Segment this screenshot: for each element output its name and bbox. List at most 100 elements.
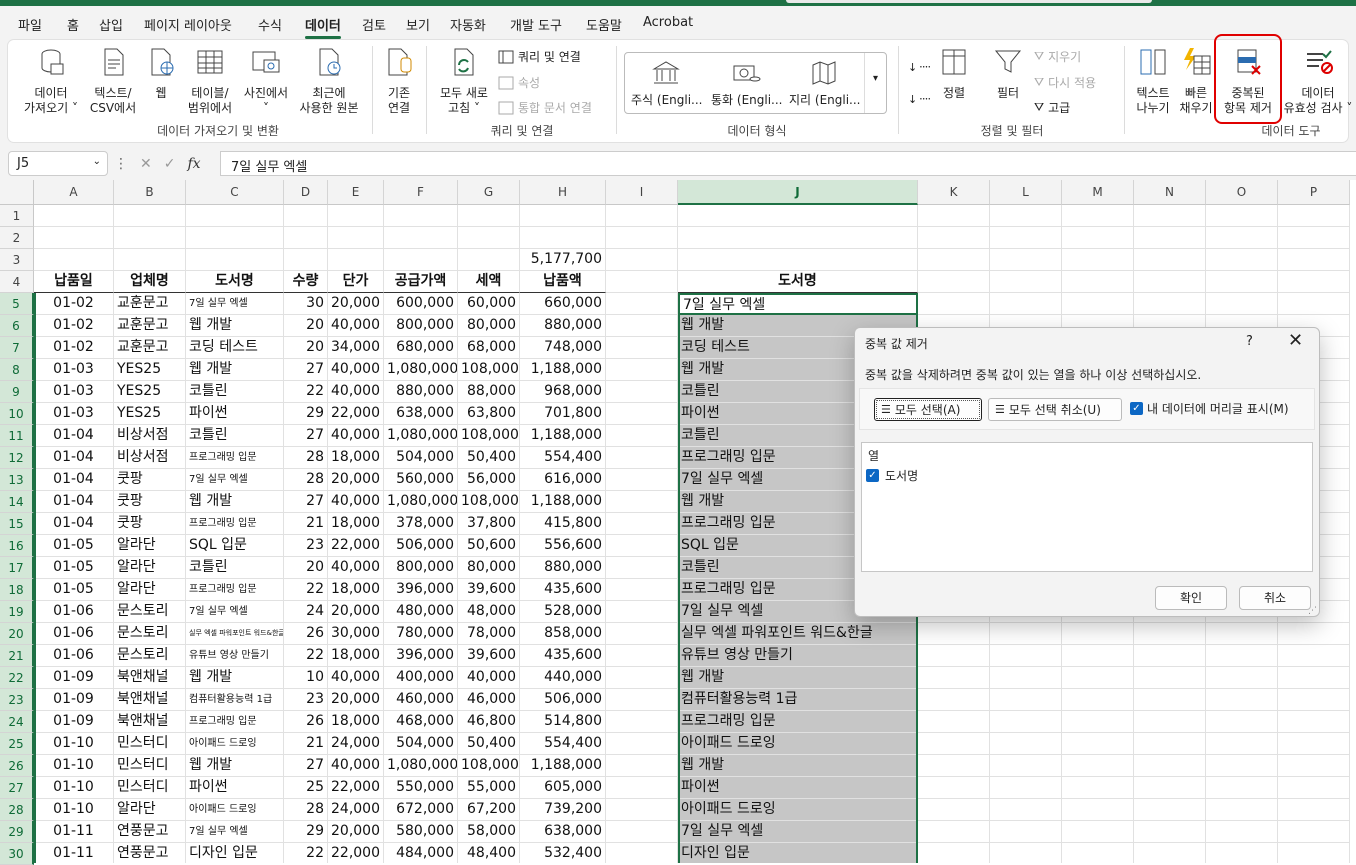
table-row-cell[interactable]: 01-05: [34, 579, 114, 601]
cell[interactable]: [678, 227, 918, 249]
row-header-29[interactable]: 29: [0, 821, 34, 843]
cell[interactable]: [1134, 821, 1206, 843]
column-header-N[interactable]: N: [1134, 180, 1206, 205]
cell[interactable]: [1134, 227, 1206, 249]
table-row-cell[interactable]: 78,000: [458, 623, 520, 645]
cell[interactable]: [1278, 227, 1350, 249]
table-row-cell[interactable]: 40,000: [328, 755, 384, 777]
formula-input[interactable]: 7일 실무 엑셀: [220, 151, 1356, 176]
row-header-26[interactable]: 26: [0, 755, 34, 777]
cell[interactable]: [34, 227, 114, 249]
sort-az-button[interactable]: ↓᠁: [908, 56, 930, 75]
table-row-cell[interactable]: 396,000: [384, 579, 458, 601]
table-row-cell[interactable]: 28: [284, 447, 328, 469]
row-header-28[interactable]: 28: [0, 799, 34, 821]
cell[interactable]: [1062, 711, 1134, 733]
table-row-cell[interactable]: 01-03: [34, 359, 114, 381]
cell[interactable]: [678, 205, 918, 227]
table-row-cell[interactable]: 27: [284, 755, 328, 777]
table-row-cell[interactable]: 968,000: [520, 381, 606, 403]
cell[interactable]: [918, 755, 990, 777]
cell[interactable]: [1206, 777, 1278, 799]
table-row-cell[interactable]: 39,600: [458, 579, 520, 601]
cell[interactable]: [918, 711, 990, 733]
table-row-cell[interactable]: 40,000: [328, 315, 384, 337]
tab-0[interactable]: 파일: [18, 15, 42, 34]
table-row-cell[interactable]: 프로그래밍 입문: [186, 447, 284, 469]
table-row-cell[interactable]: 26: [284, 711, 328, 733]
table-row-cell[interactable]: 580,000: [384, 821, 458, 843]
table-row-cell[interactable]: 01-06: [34, 623, 114, 645]
advanced-filter-button[interactable]: ⛛ 고급: [1034, 99, 1070, 116]
table-row-cell[interactable]: 396,000: [384, 645, 458, 667]
table-row-cell[interactable]: 문스토리: [114, 645, 186, 667]
cell[interactable]: [186, 249, 284, 271]
cell[interactable]: [918, 271, 990, 293]
table-row-cell[interactable]: 39,600: [458, 645, 520, 667]
table-row-cell[interactable]: 01-09: [34, 711, 114, 733]
recent-sources-button[interactable]: 최근에 사용한 원본: [294, 46, 364, 116]
table-row-cell[interactable]: 01-06: [34, 601, 114, 623]
cell[interactable]: [384, 249, 458, 271]
cell[interactable]: [328, 249, 384, 271]
table-row-cell[interactable]: 문스토리: [114, 601, 186, 623]
refresh-all-button[interactable]: 모두 새로 고침 ˅: [432, 46, 496, 116]
table-row-cell[interactable]: 프로그래밍 입문: [186, 579, 284, 601]
cell[interactable]: [990, 271, 1062, 293]
cell[interactable]: [606, 359, 678, 381]
j-cell[interactable]: 7일 실무 엑셀: [678, 293, 918, 315]
cell[interactable]: [918, 733, 990, 755]
text-csv-button[interactable]: 텍스트/ CSV에서: [86, 46, 140, 116]
j-cell[interactable]: 웹 개발: [678, 667, 918, 689]
column-header-I[interactable]: I: [606, 180, 678, 205]
table-row-cell[interactable]: 22: [284, 843, 328, 863]
table-row-cell[interactable]: 435,600: [520, 579, 606, 601]
table-row-cell[interactable]: 20,000: [328, 293, 384, 315]
table-row-cell[interactable]: 파이썬: [186, 777, 284, 799]
table-row-cell[interactable]: 34,000: [328, 337, 384, 359]
table-row-cell[interactable]: 20,000: [328, 469, 384, 491]
table-row-cell[interactable]: 비상서점: [114, 447, 186, 469]
cell[interactable]: [990, 733, 1062, 755]
table-row-cell[interactable]: 63,800: [458, 403, 520, 425]
cell[interactable]: [990, 205, 1062, 227]
column-header-E[interactable]: E: [328, 180, 384, 205]
table-row-cell[interactable]: 1,080,000: [384, 425, 458, 447]
table-row-cell[interactable]: 880,000: [520, 557, 606, 579]
table-row-cell[interactable]: 672,000: [384, 799, 458, 821]
geography-type[interactable]: 지리 (Engli...: [789, 57, 861, 108]
table-row-cell[interactable]: 문스토리: [114, 623, 186, 645]
table-row-cell[interactable]: 21: [284, 733, 328, 755]
cell[interactable]: [606, 667, 678, 689]
table-row-cell[interactable]: 01-05: [34, 535, 114, 557]
table-row-cell[interactable]: 27: [284, 425, 328, 447]
table-row-cell[interactable]: 638,000: [384, 403, 458, 425]
table-row-cell[interactable]: 01-02: [34, 293, 114, 315]
sort-za-button[interactable]: ↓᠁: [908, 88, 930, 107]
table-row-cell[interactable]: 108,000: [458, 491, 520, 513]
cell[interactable]: [1278, 689, 1350, 711]
table-row-cell[interactable]: 554,400: [520, 733, 606, 755]
sort-button[interactable]: 정렬: [934, 46, 974, 101]
table-row-cell[interactable]: 비상서점: [114, 425, 186, 447]
cell[interactable]: [1206, 249, 1278, 271]
cell[interactable]: [186, 205, 284, 227]
table-header[interactable]: 공급가액: [384, 271, 458, 293]
row-header-20[interactable]: 20: [0, 623, 34, 645]
table-row-cell[interactable]: 프로그래밍 입문: [186, 513, 284, 535]
cell[interactable]: [1134, 711, 1206, 733]
table-row-cell[interactable]: 01-10: [34, 799, 114, 821]
table-row-cell[interactable]: 프로그래밍 입문: [186, 711, 284, 733]
currency-type[interactable]: 통화 (Engli...: [711, 57, 783, 108]
row-header-16[interactable]: 16: [0, 535, 34, 557]
cell[interactable]: [34, 249, 114, 271]
tab-3[interactable]: 페이지 레이아웃: [144, 15, 232, 34]
cell[interactable]: [678, 249, 918, 271]
cell[interactable]: [1206, 733, 1278, 755]
edit-links-button[interactable]: 통합 문서 연결: [498, 99, 592, 116]
table-row-cell[interactable]: 50,400: [458, 447, 520, 469]
table-row-cell[interactable]: 1,188,000: [520, 755, 606, 777]
column-header-D[interactable]: D: [284, 180, 328, 205]
cell[interactable]: [1206, 645, 1278, 667]
cell[interactable]: [458, 249, 520, 271]
